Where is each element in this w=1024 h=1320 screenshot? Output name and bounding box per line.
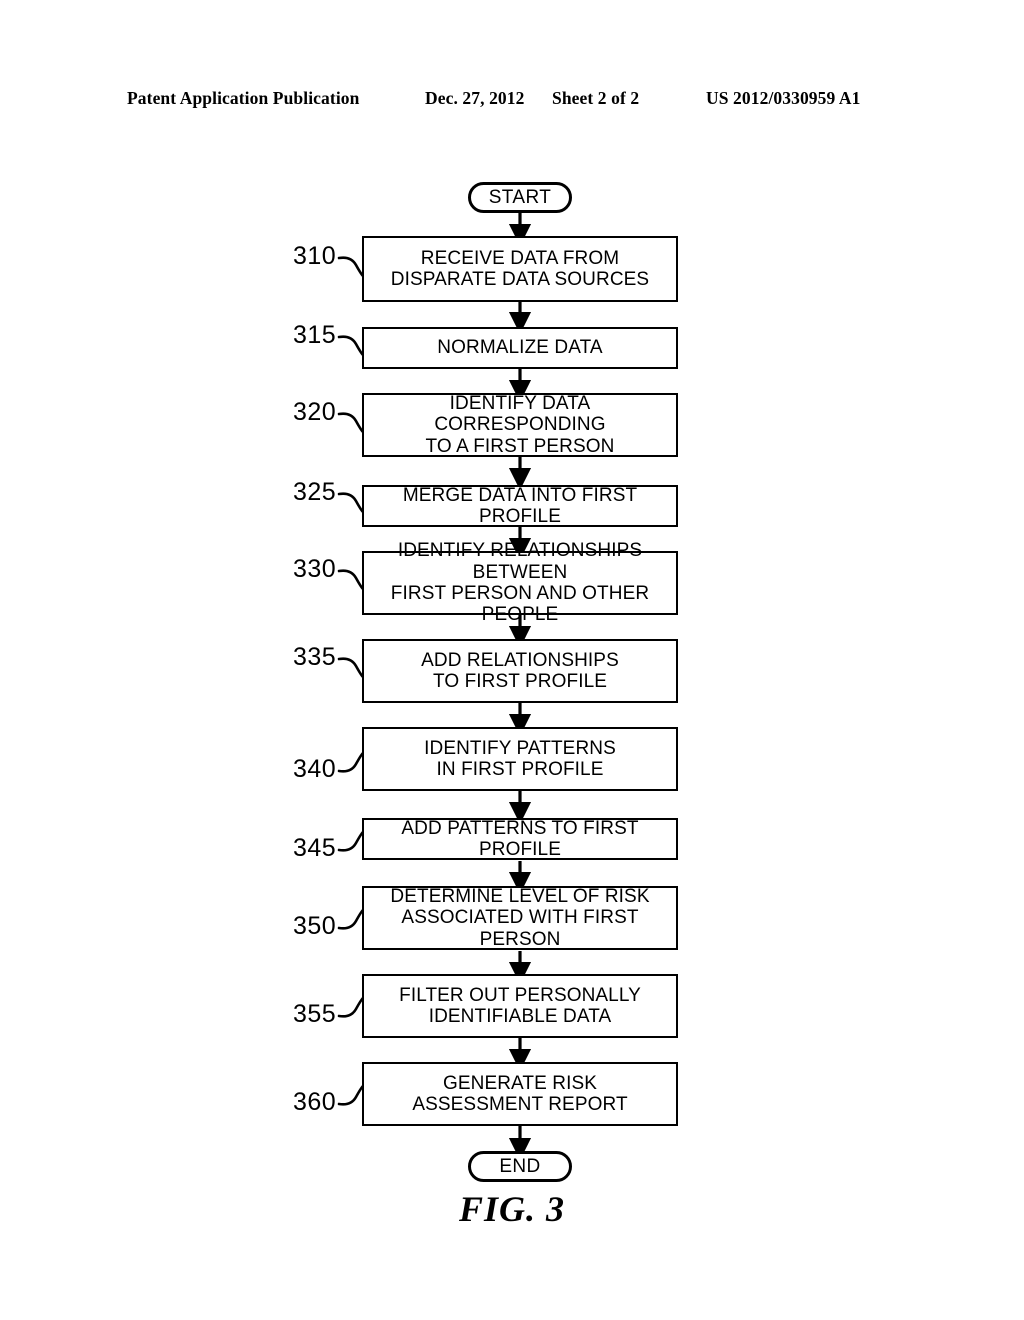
terminal-start-label: START [488,186,552,208]
process-box-310: RECEIVE DATA FROM DISPARATE DATA SOURCES [362,236,678,302]
ref-numeral-325: 325 [293,478,337,506]
ref-numeral-355: 355 [293,1000,337,1028]
process-box-325: MERGE DATA INTO FIRST PROFILE [362,485,678,527]
terminal-end-label: END [499,1155,541,1177]
process-box-335: ADD RELATIONSHIPS TO FIRST PROFILE [362,639,678,703]
ref-numeral-320: 320 [293,398,337,426]
process-box-330: IDENTIFY RELATIONSHIPS BETWEEN FIRST PER… [362,540,678,625]
process-box-345: ADD PATTERNS TO FIRST PROFILE [362,818,678,860]
process-box-355: FILTER OUT PERSONALLY IDENTIFIABLE DATA [362,974,678,1038]
process-box-340: IDENTIFY PATTERNS IN FIRST PROFILE [362,727,678,791]
terminal-start: START [468,182,572,213]
ref-numeral-350: 350 [293,912,337,940]
process-box-315: NORMALIZE DATA [362,327,678,369]
ref-numeral-360: 360 [293,1088,337,1116]
terminal-end: END [468,1151,572,1182]
ref-numeral-315: 315 [293,321,337,349]
ref-numeral-330: 330 [293,555,337,583]
process-box-350: DETERMINE LEVEL OF RISK ASSOCIATED WITH … [362,886,678,950]
figure-caption: FIG. 3 [458,1189,566,1229]
process-box-320: IDENTIFY DATA CORRESPONDING TO A FIRST P… [362,393,678,457]
reference-leader-lines [337,256,365,1106]
ref-numeral-340: 340 [293,755,337,783]
ref-numeral-335: 335 [293,643,337,671]
ref-numeral-310: 310 [293,242,337,270]
ref-numeral-345: 345 [293,834,337,862]
process-box-360: GENERATE RISK ASSESSMENT REPORT [362,1062,678,1126]
flowchart-diagram: START 310 RECEIVE DATA FROM DISPARATE DA… [0,0,1024,1320]
